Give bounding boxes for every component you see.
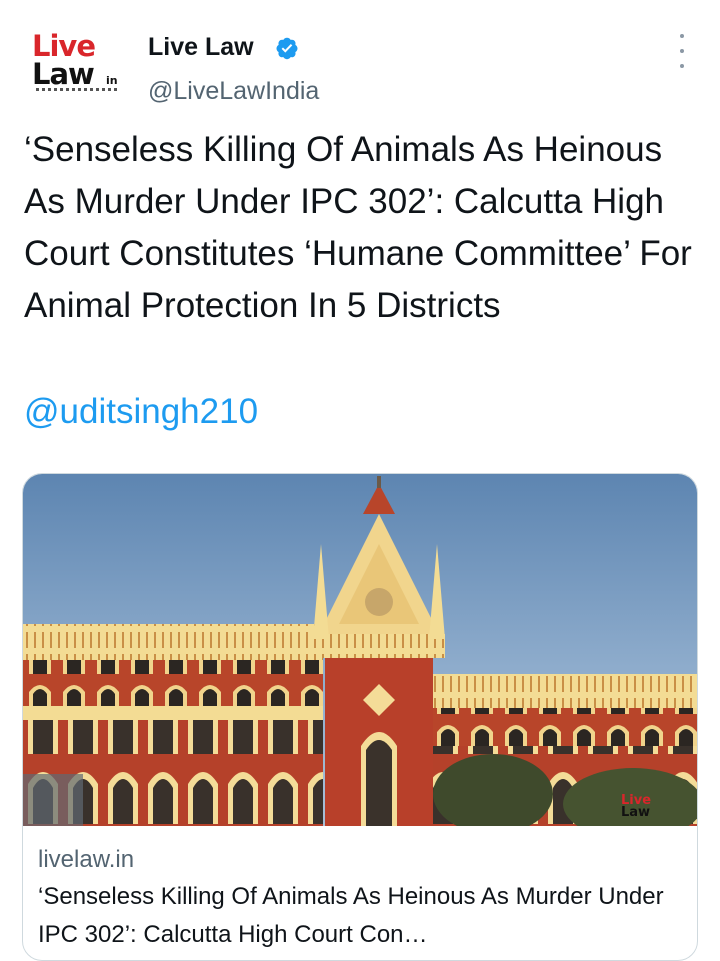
author-name[interactable]: Live Law — [148, 33, 254, 62]
link-card[interactable]: Live Law livelaw.in ‘Senseless Killing O… — [22, 473, 698, 961]
author-handle[interactable]: @LiveLawIndia — [148, 77, 319, 106]
mention-link[interactable]: @uditsingh210 — [24, 386, 258, 438]
tweet-text: ‘Senseless Killing Of Animals As Heinous… — [24, 130, 692, 325]
more-options-icon[interactable] — [668, 34, 696, 68]
card-image[interactable]: Live Law — [23, 474, 698, 826]
avatar-logo-tagline — [36, 88, 120, 91]
avatar-logo-suffix: in — [106, 74, 118, 87]
tweet: Live Law in Live Law @LiveLawIndia ‘Sens… — [0, 0, 720, 961]
avatar[interactable]: Live Law in — [28, 30, 124, 100]
avatar-logo-line2: Law — [32, 57, 95, 91]
watermark-line2: Law — [621, 805, 650, 820]
card-title: ‘Senseless Killing Of Animals As Heinous… — [38, 883, 664, 948]
verified-badge-icon — [276, 37, 298, 60]
card-domain: livelaw.in — [38, 846, 135, 873]
